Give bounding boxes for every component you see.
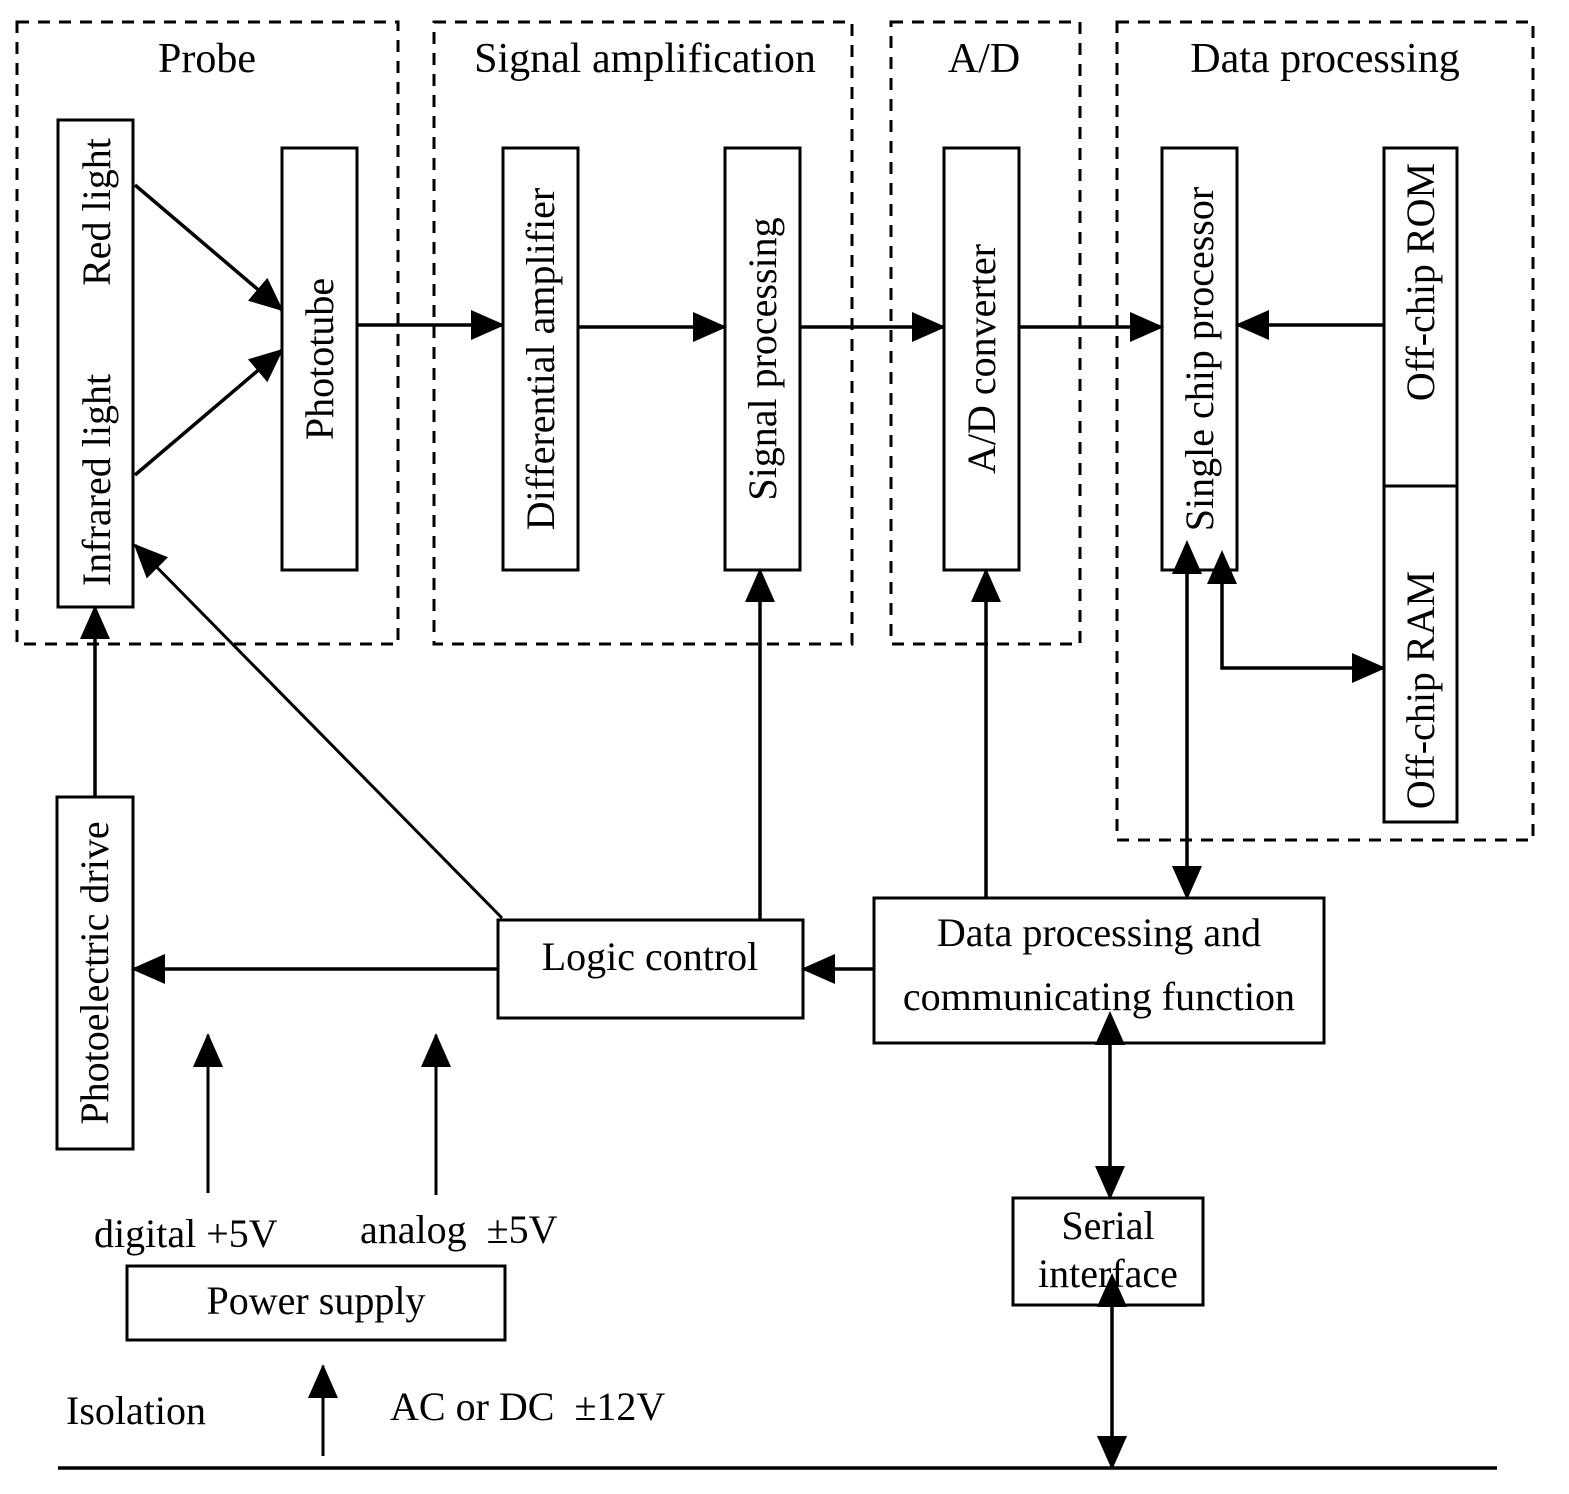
serial-interface-label-line1: Serial xyxy=(1061,1203,1154,1248)
isolation-label: Isolation xyxy=(66,1388,206,1433)
single-chip-processor-label: Single chip processor xyxy=(1177,187,1222,531)
probe-group-title: Probe xyxy=(158,36,256,82)
data-comm-label-line2: communicating function xyxy=(903,974,1295,1019)
digital-5v-label: digital +5V xyxy=(94,1211,278,1256)
logic-to-infrared-arrow xyxy=(133,543,504,920)
data-comm-label-line1: Data processing and xyxy=(937,910,1261,955)
infrared-to-phototube-arrow xyxy=(133,348,284,477)
block-diagram: Probe Signal amplification A/D Data proc… xyxy=(15,20,1535,1470)
signal-processing-label: Signal processing xyxy=(740,217,785,500)
ad-group-title: A/D xyxy=(948,36,1020,82)
ad-converter-label: A/D converter xyxy=(959,244,1004,474)
signal-amplification-group-title: Signal amplification xyxy=(474,36,816,82)
serial-interface-label-line2: interface xyxy=(1038,1251,1178,1296)
photoelectric-drive-label: Photoelectric drive xyxy=(72,821,117,1124)
differential-amplifier-label: Differential amplifier xyxy=(518,188,563,530)
data-processing-group-title: Data processing xyxy=(1190,36,1459,82)
analog-5v-label: analog ±5V xyxy=(360,1207,558,1252)
processor-ram-bus-arrow xyxy=(1207,550,1386,683)
logic-control-label: Logic control xyxy=(542,934,759,979)
red-to-phototube-arrow xyxy=(133,183,284,312)
red-light-label: Red light xyxy=(74,138,119,286)
off-chip-ram-label: Off-chip RAM xyxy=(1398,571,1443,809)
phototube-label: Phototube xyxy=(297,278,342,440)
power-supply-label: Power supply xyxy=(207,1278,426,1323)
off-chip-rom-label: Off-chip ROM xyxy=(1398,163,1443,401)
ac-dc-12v-label: AC or DC ±12V xyxy=(390,1384,665,1429)
infrared-light-label: Infrared light xyxy=(74,374,119,586)
